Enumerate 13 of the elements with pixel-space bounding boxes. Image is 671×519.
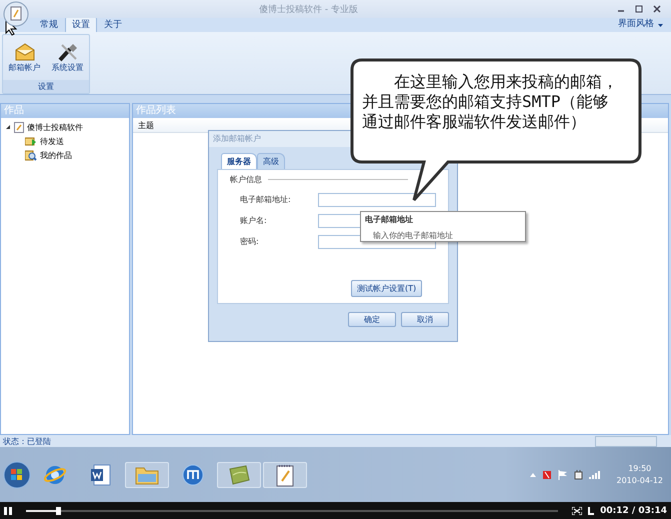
window-title: 傻博士投稿软件 - 专业版: [258, 4, 359, 16]
clock-time: 19:50: [628, 462, 652, 474]
status-text: 状态：已登陆: [3, 436, 51, 446]
clock-date: 2010-04-12: [616, 474, 663, 486]
pane-title: 作品: [1, 104, 129, 118]
playback-time: 00:12 / 03:14: [600, 506, 667, 516]
group-title: 帐户信息: [230, 174, 262, 185]
group-label: 设置: [3, 80, 89, 93]
field-label: 密码:: [240, 236, 260, 247]
tooltip-text: 输入你的电子邮箱地址: [372, 230, 454, 241]
field-label: 电子邮箱地址:: [240, 194, 292, 205]
field-label: 账户名:: [240, 215, 268, 226]
tooltip-title: 电子邮箱地址: [365, 214, 414, 225]
